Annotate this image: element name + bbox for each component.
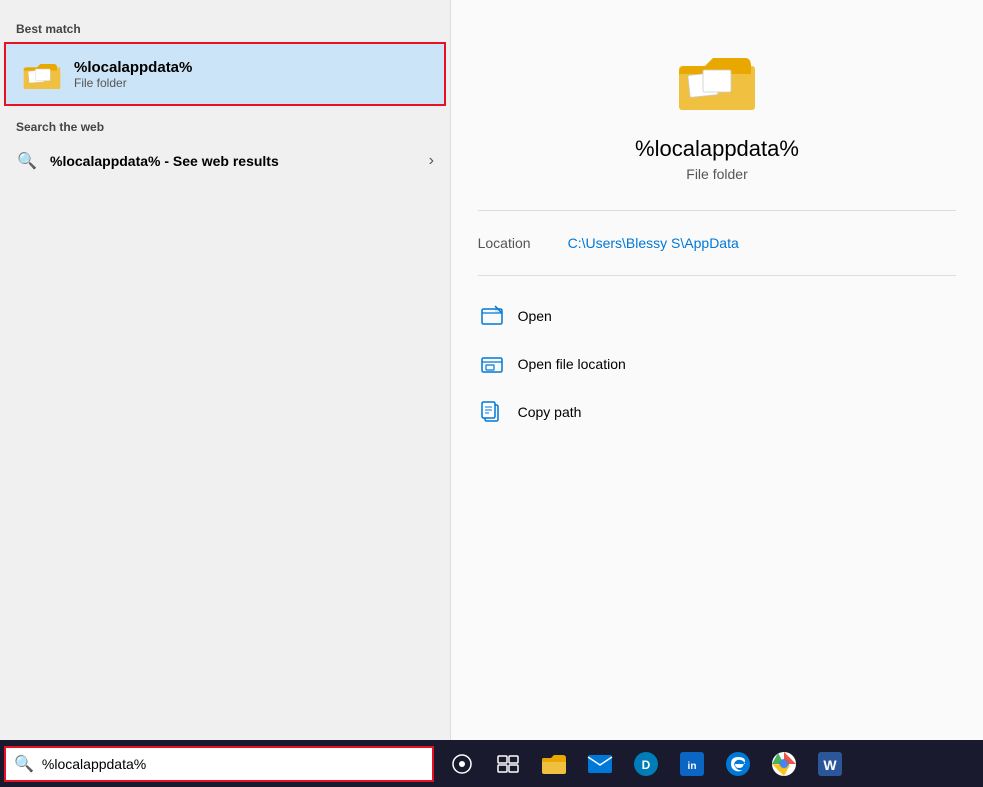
divider-bottom bbox=[478, 275, 957, 276]
open-action[interactable]: Open bbox=[478, 292, 957, 340]
best-match-subtitle: File folder bbox=[74, 76, 192, 90]
location-row: Location C:\Users\Blessy S\AppData bbox=[478, 219, 957, 267]
chrome-button[interactable] bbox=[762, 742, 806, 786]
best-match-item[interactable]: %localappdata% File folder bbox=[4, 42, 446, 106]
open-icon bbox=[478, 302, 506, 330]
mail-button[interactable] bbox=[578, 742, 622, 786]
edge-button[interactable] bbox=[716, 742, 760, 786]
open-label: Open bbox=[518, 308, 552, 324]
open-file-location-label: Open file location bbox=[518, 356, 626, 372]
web-result-text: %localappdata% - See web results bbox=[50, 153, 429, 169]
result-type: File folder bbox=[686, 166, 747, 182]
widgets-button[interactable] bbox=[486, 742, 530, 786]
right-panel: %localappdata% File folder Location C:\U… bbox=[450, 0, 983, 740]
file-explorer-button[interactable] bbox=[532, 742, 576, 786]
taskbar-search-bar[interactable]: 🔍 bbox=[4, 746, 434, 782]
copy-path-label: Copy path bbox=[518, 404, 582, 420]
task-view-button[interactable] bbox=[440, 742, 484, 786]
taskbar: 🔍 D bbox=[0, 740, 983, 787]
search-icon: 🔍 bbox=[16, 150, 38, 172]
location-value[interactable]: C:\Users\Blessy S\AppData bbox=[568, 235, 739, 251]
left-panel: Best match %localappdata% File folder Se… bbox=[0, 0, 450, 740]
location-label: Location bbox=[478, 235, 568, 251]
open-file-location-icon bbox=[478, 350, 506, 378]
svg-text:D: D bbox=[642, 758, 651, 772]
best-match-text: %localappdata% File folder bbox=[74, 59, 192, 90]
word-button[interactable]: W bbox=[808, 742, 852, 786]
web-result-item[interactable]: 🔍 %localappdata% - See web results › bbox=[0, 140, 450, 182]
folder-icon-large bbox=[22, 54, 62, 94]
action-list: Open Open file location bbox=[478, 292, 957, 436]
best-match-title: %localappdata% bbox=[74, 59, 192, 76]
svg-text:in: in bbox=[688, 761, 697, 772]
result-folder-icon bbox=[677, 40, 757, 120]
taskbar-search-input[interactable] bbox=[42, 756, 424, 772]
best-match-label: Best match bbox=[0, 16, 450, 40]
divider-top bbox=[478, 210, 957, 211]
result-title: %localappdata% bbox=[635, 136, 799, 162]
search-web-label: Search the web bbox=[0, 108, 450, 140]
copy-path-icon bbox=[478, 398, 506, 426]
copy-path-action[interactable]: Copy path bbox=[478, 388, 957, 436]
taskbar-search-icon: 🔍 bbox=[14, 754, 34, 774]
dell-button[interactable]: D bbox=[624, 742, 668, 786]
svg-text:W: W bbox=[823, 757, 837, 773]
linkedin-button[interactable]: in bbox=[670, 742, 714, 786]
open-file-location-action[interactable]: Open file location bbox=[478, 340, 957, 388]
chevron-right-icon: › bbox=[429, 152, 434, 170]
